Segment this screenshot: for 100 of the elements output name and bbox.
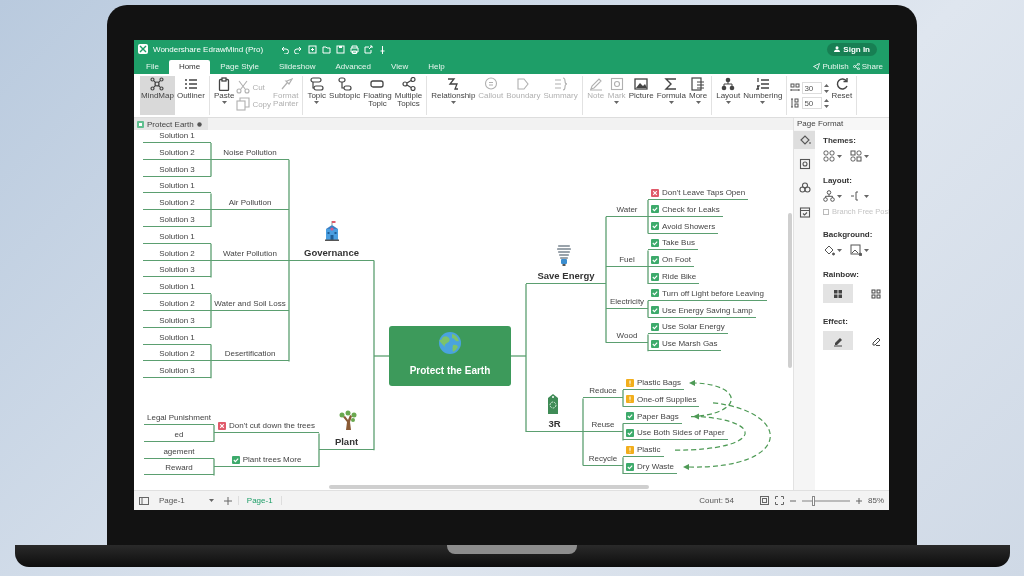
topic-node[interactable]: Solution 3 (143, 364, 211, 379)
new-file-icon[interactable] (308, 44, 318, 54)
topic-node[interactable]: Use Energy Saving Lamp (648, 303, 756, 318)
ribbon-button[interactable]: Reset (830, 76, 854, 115)
main-topic[interactable]: Plant (319, 434, 374, 451)
document-tab[interactable]: Protect Earth (134, 118, 208, 130)
ribbon-button[interactable]: Layout (715, 76, 742, 115)
topic-node[interactable]: Reuse (583, 418, 623, 432)
zoom-slider-thumb[interactable] (811, 495, 815, 506)
zoom-in-icon[interactable] (856, 497, 862, 504)
topic-node[interactable]: Plastic (623, 443, 664, 458)
dropdown-button[interactable] (850, 244, 869, 256)
topic-node[interactable]: Avoid Showers (648, 219, 719, 234)
topic-node[interactable]: Take Bus (648, 236, 698, 251)
topic-node[interactable]: Solution 3 (143, 313, 211, 328)
topic-node[interactable]: Desertification (211, 347, 289, 362)
topic-node[interactable]: Solution 3 (143, 213, 211, 227)
ribbon-button[interactable]: Floating Topic (362, 76, 393, 115)
topic-node[interactable]: One-off Supplies (623, 392, 700, 407)
sign-in-button[interactable]: Sign In (827, 42, 877, 56)
spacing-field[interactable]: 30 (802, 82, 823, 94)
main-topic[interactable]: Save Energy (526, 268, 606, 284)
fullscreen-icon[interactable] (775, 496, 784, 505)
topic-node[interactable]: Solution 1 (143, 330, 211, 345)
ribbon-button[interactable]: Topic (306, 76, 328, 115)
topic-node[interactable]: Solution 1 (143, 280, 211, 295)
topic-node[interactable]: Solution 2 (143, 246, 211, 261)
spin-arrows-icon[interactable] (824, 83, 830, 93)
zoom-out-icon[interactable] (790, 497, 796, 504)
topic-node[interactable]: ed (144, 427, 214, 442)
topic-node[interactable]: Solution 3 (143, 263, 211, 278)
topic-node[interactable]: On Foot (648, 253, 694, 268)
fit-page-icon[interactable] (760, 496, 769, 505)
undo-icon[interactable] (280, 44, 290, 54)
topic-node[interactable]: Paper Bags (623, 409, 682, 424)
topic-node[interactable]: Don't cut down the trees (214, 419, 319, 434)
central-topic[interactable]: Protect the Earth (389, 326, 511, 386)
save-icon[interactable] (336, 44, 346, 54)
topic-node[interactable]: Plastic Bags (623, 376, 685, 390)
topic-node[interactable]: agement (144, 444, 214, 459)
topic-node[interactable]: Don't Leave Taps Open (648, 186, 749, 200)
topic-node[interactable]: Plant trees More (214, 453, 319, 467)
topic-node[interactable]: Ride Bike (648, 270, 700, 284)
topic-text: Solution 2 (159, 198, 195, 208)
main-topic[interactable]: 3R (526, 416, 583, 432)
ribbon-button[interactable]: MindMap (140, 76, 175, 115)
dropdown-button[interactable] (850, 190, 869, 202)
topic-node[interactable]: Dry Waste (623, 460, 678, 474)
dropdown-button[interactable] (823, 190, 842, 202)
topic-node[interactable]: Use Solar Energy (648, 320, 728, 335)
topic-node[interactable]: Solution 2 (143, 297, 211, 311)
export-icon[interactable] (364, 44, 374, 54)
topic-node[interactable]: Use Both Sides of Paper (623, 426, 728, 441)
add-icon[interactable] (223, 496, 232, 505)
ribbon-button[interactable]: Formula (655, 76, 687, 115)
toggle-button[interactable] (823, 331, 853, 350)
redo-icon[interactable] (294, 44, 304, 54)
spin-arrows-icon[interactable] (824, 98, 830, 108)
topic-node[interactable]: Recycle (583, 451, 623, 466)
topic-node[interactable]: Solution 1 (143, 229, 211, 244)
dropdown-button[interactable] (823, 244, 842, 256)
topic-node[interactable]: Check for Leaks (648, 202, 723, 217)
topic-node[interactable]: Solution 2 (143, 196, 211, 211)
ribbon-button[interactable]: More (687, 76, 709, 115)
page-icon[interactable] (139, 496, 149, 505)
topic-text: Solution 3 (159, 265, 195, 275)
topic-node[interactable]: Turn off Light before Leaving (648, 286, 767, 301)
toggle-button[interactable] (823, 284, 853, 303)
topic-node[interactable]: Reduce (583, 384, 623, 399)
ribbon-button[interactable]: Numbering (742, 76, 784, 115)
topic-node[interactable]: Wood (606, 328, 648, 343)
page-dropdown[interactable]: Page-1 (155, 496, 218, 505)
topic-node[interactable]: Noise Pollution (211, 145, 289, 160)
topic-node[interactable]: Air Pollution (211, 196, 289, 211)
topic-node[interactable]: Water (606, 202, 648, 217)
ribbon-button[interactable]: Paste (212, 76, 236, 115)
print-icon[interactable] (350, 44, 360, 54)
ribbon-button[interactable]: Multiple Topics (393, 76, 424, 115)
folder-icon[interactable] (322, 44, 332, 54)
panel-tab[interactable] (794, 131, 815, 149)
ribbon-button[interactable]: Outliner (175, 76, 206, 115)
main-topic[interactable]: Governance (289, 244, 374, 261)
topic-node[interactable]: Fuel (606, 253, 648, 268)
ribbon-button[interactable]: Relationship (430, 76, 477, 115)
topic-node[interactable]: Solution 2 (143, 347, 211, 362)
topic-node[interactable]: Use Marsh Gas (648, 337, 721, 352)
menu-tab[interactable]: Home (168, 60, 211, 74)
topic-node[interactable]: Solution 1 (143, 130, 211, 143)
pin-icon[interactable] (378, 44, 388, 54)
ribbon-button[interactable]: Picture (627, 76, 655, 115)
spacing-field[interactable]: 50 (802, 97, 823, 109)
topic-node[interactable]: Solution 2 (143, 145, 211, 160)
topic-node[interactable]: Water Pollution (211, 246, 289, 261)
dropdown-button[interactable] (850, 150, 869, 162)
topic-node[interactable]: Reward (144, 461, 214, 476)
ribbon-button[interactable]: Subtopic (328, 76, 362, 115)
branch-line (647, 300, 649, 319)
topic-node[interactable]: Solution 3 (143, 162, 211, 177)
topic-node[interactable]: Solution 1 (143, 179, 211, 194)
dropdown-button[interactable] (823, 150, 842, 162)
